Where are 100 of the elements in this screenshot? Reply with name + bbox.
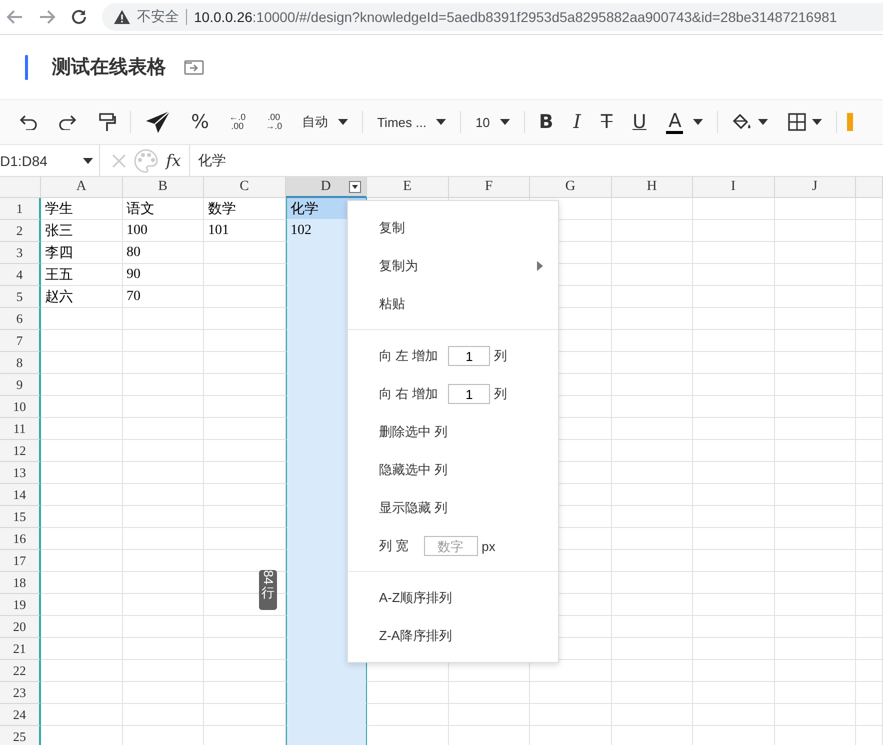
font-color-button[interactable]: A — [666, 110, 684, 134]
table-cell — [856, 682, 883, 704]
caret-icon[interactable] — [338, 119, 348, 125]
warning-icon — [114, 10, 130, 24]
menu-item[interactable]: 隐藏选中 列 — [379, 461, 448, 479]
row-header[interactable]: 18 — [0, 572, 41, 594]
row-header[interactable]: 14 — [0, 484, 41, 506]
caret-icon[interactable] — [436, 119, 446, 125]
table-cell: 语文 — [122, 198, 204, 220]
menu-item[interactable]: 显示隐藏 列 — [379, 499, 448, 517]
row-header[interactable]: 9 — [0, 374, 41, 396]
row-header[interactable]: 5 — [0, 286, 41, 308]
row-header[interactable]: 15 — [0, 506, 41, 528]
table-cell — [856, 506, 883, 528]
dropdown-label[interactable]: Times ... — [377, 114, 426, 130]
table-cell — [856, 528, 883, 550]
row-header[interactable]: 2 — [0, 220, 41, 242]
column-header[interactable]: D — [286, 177, 367, 198]
menu-item[interactable]: 复制为 — [379, 257, 418, 275]
row-header[interactable]: 4 — [0, 264, 41, 286]
table-cell — [856, 704, 883, 726]
menu-item[interactable]: A-Z顺序排列 — [379, 589, 452, 607]
row-header[interactable]: 21 — [0, 638, 41, 660]
menu-item[interactable]: 粘贴 — [379, 295, 405, 313]
caret-icon[interactable] — [812, 119, 822, 125]
column-header[interactable]: E — [367, 177, 448, 198]
caret-icon[interactable] — [500, 119, 510, 125]
dropdown-label[interactable]: 10 — [475, 114, 490, 130]
column-header[interactable]: G — [530, 177, 612, 198]
paint-bucket-icon[interactable] — [732, 113, 752, 131]
menu-item[interactable]: 复制 — [379, 219, 405, 237]
back-icon[interactable] — [6, 8, 24, 26]
function-label[interactable]: fx — [166, 151, 181, 170]
row-header[interactable]: 10 — [0, 396, 41, 418]
table-cell — [856, 616, 883, 638]
row-header[interactable]: 6 — [0, 308, 41, 330]
table-cell — [856, 462, 883, 484]
dropdown-icon[interactable] — [349, 181, 361, 193]
paper-plane-icon[interactable] — [145, 110, 171, 134]
row-header[interactable]: 19 — [0, 594, 41, 616]
italic-button[interactable]: I — [565, 111, 589, 133]
redo-icon[interactable] — [58, 114, 78, 130]
input-field[interactable]: 1 — [448, 384, 490, 404]
paint-roller-icon[interactable] — [98, 112, 116, 132]
row-header[interactable]: 12 — [0, 440, 41, 462]
decimal-button[interactable]: ←.0 .00 — [221, 113, 254, 131]
row-header[interactable]: 1 — [0, 198, 41, 220]
row-header[interactable]: 8 — [0, 352, 41, 374]
column-header[interactable]: F — [448, 177, 530, 198]
table-cell: 80 — [122, 242, 204, 264]
input-field[interactable]: 数字 — [424, 536, 478, 556]
forward-icon[interactable] — [38, 8, 56, 26]
table-cell — [856, 242, 883, 264]
color-swatch-icon[interactable] — [847, 113, 854, 131]
formula-field[interactable]: 化学 — [190, 152, 226, 170]
reload-icon[interactable] — [70, 8, 88, 26]
menu-item[interactable]: 删除选中 列 — [379, 423, 448, 441]
row-header[interactable]: 17 — [0, 550, 41, 572]
dropdown-label[interactable]: 自动 — [302, 113, 328, 131]
table-cell — [856, 440, 883, 462]
row-header[interactable]: 22 — [0, 660, 41, 682]
row-header[interactable]: 20 — [0, 616, 41, 638]
row-header[interactable]: 23 — [0, 682, 41, 704]
table-cell — [856, 198, 883, 220]
column-header[interactable]: H — [612, 177, 693, 198]
input-field[interactable]: 1 — [448, 346, 490, 366]
row-header[interactable]: 7 — [0, 330, 41, 352]
decimal-button[interactable]: .00 →.0 — [258, 113, 290, 131]
folder-icon[interactable] — [184, 59, 204, 75]
column-header[interactable]: A — [41, 177, 122, 198]
menu-item[interactable]: 向 右 增加 — [379, 385, 438, 403]
column-header[interactable]: B — [122, 177, 204, 198]
row-header[interactable]: 11 — [0, 418, 41, 440]
table-cell: 张三 — [41, 220, 122, 242]
address-bar[interactable]: 不安全 10.0.0.26:10000/#/design?knowledgeId=5aedb8391f2953d5a8295882aa900743&id=28be31487216981 — [102, 3, 883, 31]
column-header[interactable]: C — [204, 177, 286, 198]
row-header[interactable]: 25 — [0, 726, 41, 745]
underline-button[interactable]: U — [624, 111, 654, 133]
table-cell — [856, 594, 883, 616]
menu-item[interactable]: 列 宽 — [379, 537, 409, 555]
caret-icon[interactable] — [83, 158, 93, 164]
undo-icon[interactable] — [18, 114, 38, 130]
table-cell — [856, 374, 883, 396]
row-header[interactable]: 3 — [0, 242, 41, 264]
row-header[interactable]: 13 — [0, 462, 41, 484]
strikethrough-button[interactable]: T — [592, 111, 621, 133]
percent-button[interactable]: % — [183, 111, 218, 133]
menu-item[interactable]: Z-A降序排列 — [379, 627, 452, 645]
unit-label: 列 — [494, 347, 508, 365]
caret-icon[interactable] — [693, 119, 704, 125]
grid-icon[interactable] — [788, 113, 806, 131]
bold-button[interactable]: B — [530, 111, 562, 133]
column-header[interactable]: J — [774, 177, 856, 198]
row-header[interactable]: 16 — [0, 528, 41, 550]
caret-icon[interactable] — [758, 119, 768, 125]
row-header[interactable]: 24 — [0, 704, 41, 726]
table-cell: 学生 — [41, 198, 122, 220]
range-field[interactable]: D1:D84 — [0, 152, 48, 168]
menu-item[interactable]: 向 左 增加 — [379, 347, 438, 365]
column-header[interactable]: I — [693, 177, 774, 198]
